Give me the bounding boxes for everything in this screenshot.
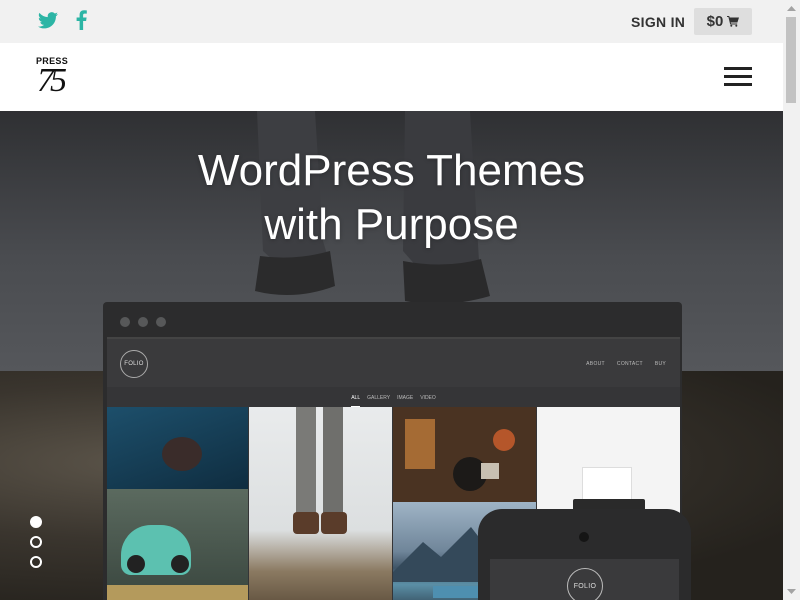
gallery-tile-underwater [107, 407, 248, 489]
hero-title: WordPress Themes with Purpose [0, 144, 783, 252]
gallery-tile-boots [249, 407, 392, 600]
site-header: PRESS 75 [0, 43, 783, 111]
mockup-nav-item: ABOUT [586, 361, 605, 367]
slider-dot-2[interactable] [30, 536, 42, 548]
scroll-thumb[interactable] [786, 17, 796, 103]
slider-dot-3[interactable] [30, 556, 42, 568]
gallery-tile-yellow [107, 585, 248, 600]
slider-dot-1[interactable] [30, 516, 42, 528]
sign-in-link[interactable]: SIGN IN [631, 14, 685, 30]
phone-screen: FOLIO [490, 559, 679, 600]
mockup-nav: ABOUT CONTACT BUY [586, 361, 666, 367]
mockup-nav-item: BUY [654, 361, 666, 367]
mockup-nav-item: CONTACT [616, 361, 643, 367]
scroll-down-arrow-icon[interactable] [787, 587, 796, 596]
hero-title-line1: WordPress Themes [197, 146, 586, 195]
cart-total: $0 [706, 13, 724, 30]
cart-button[interactable]: $0 [694, 8, 752, 35]
window-dot [138, 317, 148, 327]
hamburger-menu-icon[interactable] [724, 67, 752, 87]
window-dot [156, 317, 166, 327]
mockup-header: FOLIO ABOUT CONTACT BUY [107, 337, 680, 387]
gallery-tile-scooter [107, 489, 248, 585]
page-scrollbar[interactable] [783, 0, 800, 600]
scroll-up-arrow-icon[interactable] [787, 4, 796, 13]
phone-folio-logo: FOLIO [567, 568, 603, 600]
facebook-icon[interactable] [69, 9, 93, 31]
mockup-filter: ALL [351, 395, 361, 407]
phone-camera [579, 532, 589, 542]
mockup-filter: IMAGE [397, 395, 414, 401]
phone-mockup: FOLIO [478, 509, 691, 600]
mockup-folio-logo: FOLIO [120, 350, 148, 378]
press75-logo[interactable]: PRESS 75 [36, 56, 72, 100]
twitter-icon[interactable] [36, 9, 60, 31]
gallery-tile-desk [393, 407, 536, 502]
hero-section: WordPress Themes with Purpose FOLIO ABOU… [0, 111, 783, 600]
window-dot [120, 317, 130, 327]
hero-title-line2: with Purpose [264, 200, 519, 249]
mockup-filter: GALLERY [367, 395, 391, 401]
cart-icon [727, 16, 740, 27]
top-bar: SIGN IN $0 [0, 0, 783, 43]
logo-number: 75 [37, 62, 67, 99]
mockup-filter-bar: ALL GALLERY IMAGE VIDEO [107, 389, 680, 407]
mockup-filter: VIDEO [420, 395, 436, 401]
